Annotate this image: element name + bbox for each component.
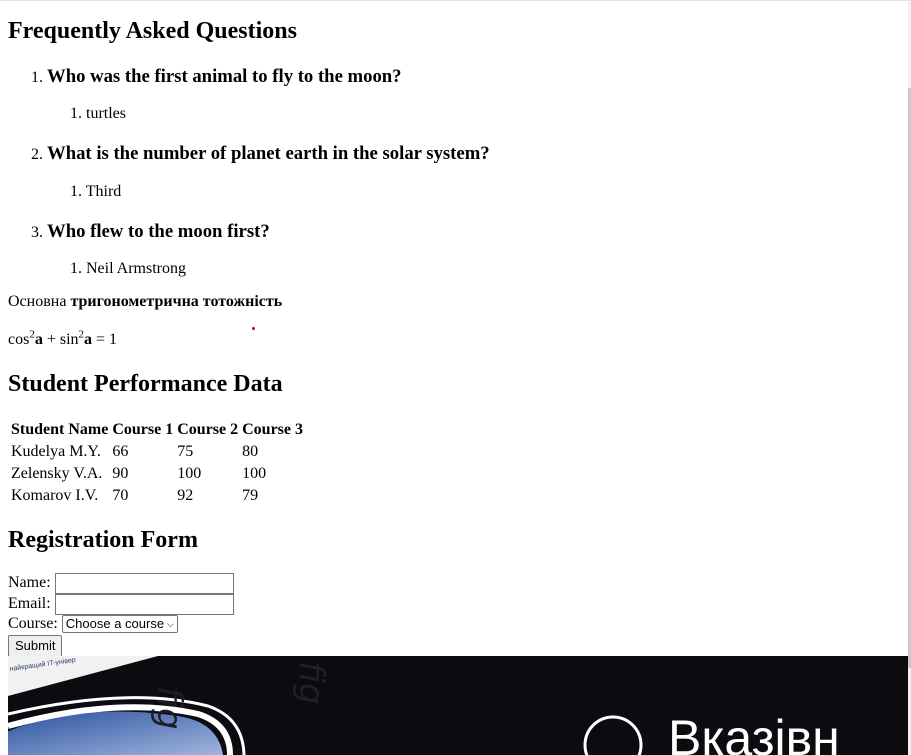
table-cell: 90 (112, 465, 129, 482)
email-label: Email: (8, 595, 51, 613)
formula-var: a (84, 331, 93, 348)
brand-text: Вказівн (668, 710, 840, 755)
table-cell: 79 (242, 487, 259, 504)
faq-answer-text: Neil Armstrong (86, 260, 186, 277)
table-row: Kudelya M.Y. 66 75 80 (10, 442, 304, 462)
faq-question-number: 2. (31, 146, 43, 163)
name-input[interactable] (54, 573, 234, 594)
faq-question-number: 3. (31, 224, 43, 241)
faq-heading: Frequently Asked Questions (8, 18, 297, 44)
table-cell: Zelensky V.A. (11, 465, 103, 482)
table-cell: Kudelya M.Y. (11, 443, 101, 460)
trig-formula: cos2a + sin2a = 1 (8, 329, 118, 349)
faq-answer-1: 1. turtles (70, 105, 126, 123)
faq-question-2: 2. What is the number of planet earth in … (31, 143, 490, 165)
promo-banner-image: найкращий IT-універ fig fig Вказівн (8, 656, 909, 755)
banner-graphic: найкращий IT-універ fig fig Вказівн (8, 656, 909, 755)
faq-question-text: What is the number of planet earth in th… (47, 143, 490, 164)
course-select-value: Choose a course (65, 616, 165, 632)
faq-question-3: 3. Who flew to the moon first? (31, 221, 270, 243)
faq-question-text: Who flew to the moon first? (47, 221, 270, 242)
table-header-row: Student Name Course 1 Course 2 Course 3 (10, 420, 304, 440)
email-row: Email: (8, 594, 234, 615)
red-dot-marker (252, 327, 255, 330)
table-cell: 70 (112, 487, 129, 504)
submit-button[interactable]: Submit (8, 635, 63, 657)
performance-heading: Student Performance Data (8, 371, 283, 397)
formula-sin: sin (59, 331, 79, 348)
svg-text:fig: fig (291, 661, 331, 705)
faq-question-1: 1. Who was the first animal to fly to the… (31, 66, 402, 88)
faq-question-number: 1. (31, 69, 43, 86)
table-cell: 80 (242, 443, 259, 460)
course-label: Course: (8, 615, 58, 632)
formula-var: a (34, 331, 43, 348)
column-header: Course 2 (177, 421, 239, 438)
faq-answer-number: 1. (70, 183, 82, 200)
email-input[interactable] (54, 594, 234, 615)
identity-prefix: Основна (8, 293, 67, 310)
table-cell: Komarov I.V. (11, 487, 99, 504)
faq-answer-3: 1. Neil Armstrong (70, 260, 186, 278)
table-row: Zelensky V.A. 90 100 100 (10, 464, 304, 484)
name-row: Name: (8, 573, 234, 594)
course-row: Course: Choose a course ⌵ (8, 615, 178, 634)
table-cell: 92 (177, 487, 194, 504)
faq-answer-number: 1. (70, 260, 82, 277)
table-row: Komarov I.V. 70 92 79 (10, 486, 304, 506)
registration-heading: Registration Form (8, 527, 198, 553)
top-border (0, 0, 911, 1)
identity-heading: Основна тригонометрична тотожність (8, 293, 282, 311)
faq-answer-2: 1. Third (70, 183, 121, 201)
faq-question-text: Who was the first animal to fly to the m… (47, 66, 402, 87)
table-cell: 100 (242, 465, 267, 482)
performance-table: Student Name Course 1 Course 2 Course 3 … (8, 418, 306, 508)
table-cell: 100 (177, 465, 202, 482)
column-header: Course 3 (242, 421, 304, 438)
table-cell: 66 (112, 443, 129, 460)
svg-text:fig: fig (149, 686, 189, 730)
column-header: Course 1 (112, 421, 174, 438)
formula-equals: = 1 (92, 331, 118, 348)
faq-answer-number: 1. (70, 105, 82, 122)
name-label: Name: (8, 574, 51, 592)
column-header: Student Name (11, 421, 109, 438)
table-cell: 75 (177, 443, 194, 460)
faq-answer-text: turtles (86, 105, 126, 122)
chevron-down-icon: ⌵ (167, 619, 174, 630)
identity-bold-title: тригонометрична тотожність (70, 293, 283, 310)
formula-cos: cos (8, 331, 30, 348)
faq-answer-text: Third (85, 183, 122, 200)
formula-plus: + (42, 331, 60, 348)
course-select[interactable]: Choose a course ⌵ (61, 615, 178, 634)
